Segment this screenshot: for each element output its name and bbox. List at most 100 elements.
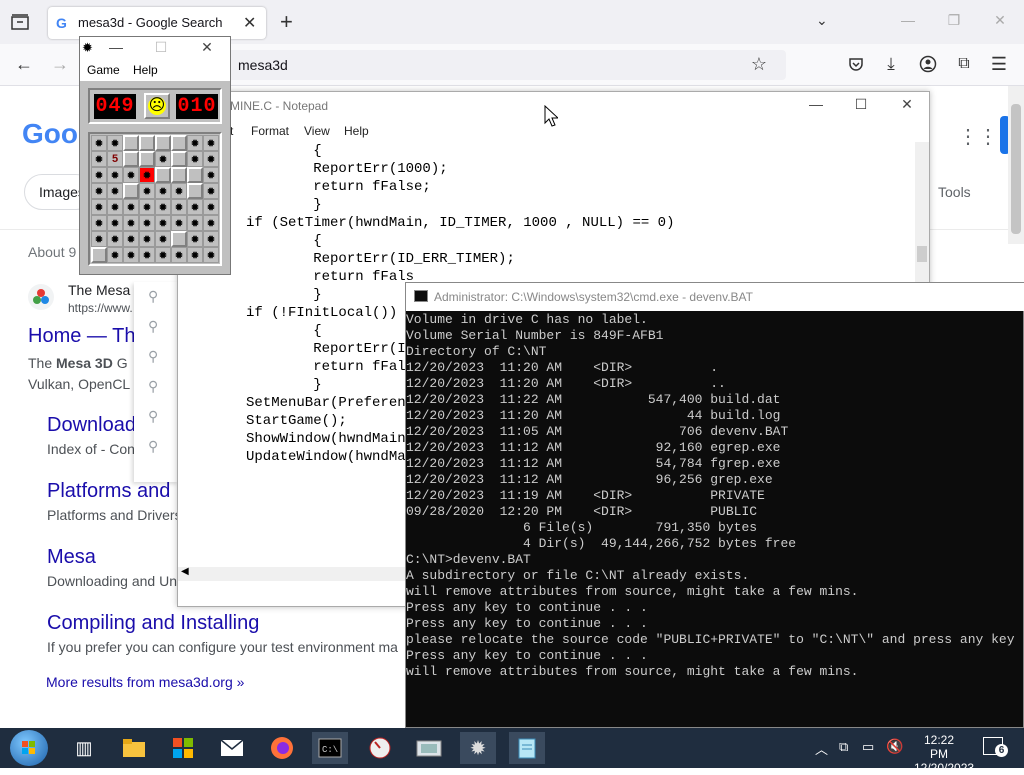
forward-arrow-icon[interactable]: →	[49, 53, 71, 75]
mine-cell[interactable]: ✹	[91, 215, 107, 231]
mine-cell[interactable]: ✹	[123, 231, 139, 247]
mine-cell[interactable]: ✹	[203, 183, 219, 199]
notepad-maximize-icon[interactable]: ☐	[851, 96, 871, 113]
task-view-icon[interactable]: ▥	[66, 732, 102, 764]
url-text[interactable]: mesa3d	[238, 57, 288, 73]
unopened-cell[interactable]	[171, 231, 187, 247]
sitelink-title-download[interactable]: Download	[47, 414, 136, 437]
scroll-left-icon[interactable]: ◀	[181, 566, 189, 577]
minesweeper-close-icon[interactable]: ✕	[197, 39, 217, 56]
tab-list-icon[interactable]	[9, 11, 31, 33]
unopened-cell[interactable]	[123, 183, 139, 199]
mine-cell[interactable]: ✹	[187, 151, 203, 167]
mine-cell[interactable]: ✹	[203, 151, 219, 167]
mine-cell[interactable]: ✹	[91, 183, 107, 199]
store-icon[interactable]	[165, 732, 201, 764]
mine-cell[interactable]: ✹	[91, 167, 107, 183]
notepad-hscroll[interactable]: ◀	[178, 566, 405, 581]
bookmark-star-icon[interactable]: ☆	[748, 53, 770, 75]
mine-cell[interactable]: ✹	[203, 199, 219, 215]
firefox-icon[interactable]	[264, 732, 300, 764]
minesweeper-maximize-icon[interactable]: ☐	[151, 39, 171, 56]
mine-cell[interactable]: ✹	[203, 135, 219, 151]
mine-cell[interactable]: ✹	[171, 199, 187, 215]
mine-cell[interactable]: ✹	[123, 247, 139, 263]
exploded-mine-cell[interactable]: ✹	[139, 167, 155, 183]
mine-cell[interactable]: ✹	[171, 215, 187, 231]
cmd-output[interactable]: Volume in drive C has no label. Volume Se…	[406, 312, 1024, 729]
mine-cell[interactable]: ✹	[171, 247, 187, 263]
mine-cell[interactable]: ✹	[155, 199, 171, 215]
apps-grid-icon[interactable]: ⋮⋮	[958, 124, 998, 149]
notepad-menu-view[interactable]: View	[304, 124, 330, 138]
mine-cell[interactable]: ✹	[139, 183, 155, 199]
sitelink-title-compiling[interactable]: Compiling and Installing	[47, 612, 259, 635]
back-arrow-icon[interactable]: ←	[13, 53, 35, 75]
unopened-cell[interactable]	[123, 135, 139, 151]
mine-cell[interactable]: ✹	[107, 135, 123, 151]
unopened-cell[interactable]	[171, 151, 187, 167]
mine-cell[interactable]: ✹	[107, 247, 123, 263]
downloads-icon[interactable]: ⤓	[880, 53, 902, 75]
mine-cell[interactable]: ✹	[139, 199, 155, 215]
scrollbar[interactable]	[1008, 86, 1024, 244]
more-results-link[interactable]: More results from mesa3d.org »	[46, 674, 244, 690]
notepad-close-icon[interactable]: ✕	[897, 96, 917, 113]
tools-button[interactable]: Tools	[938, 184, 971, 200]
notification-center-icon[interactable]: 6	[983, 737, 1008, 757]
unopened-cell[interactable]	[155, 135, 171, 151]
unopened-cell[interactable]	[187, 167, 203, 183]
account-icon[interactable]	[917, 53, 939, 75]
mine-cell[interactable]: ✹	[155, 247, 171, 263]
mine-cell[interactable]: ✹	[155, 231, 171, 247]
mine-cell[interactable]: ✹	[123, 167, 139, 183]
browser-minimize-icon[interactable]: —	[898, 12, 918, 28]
notepad-taskbar-icon[interactable]	[509, 732, 545, 764]
cmd-taskbar-icon[interactable]: C:\	[312, 732, 348, 764]
url-bar[interactable]: mesa3d	[226, 50, 786, 80]
notepad-menu-format[interactable]: Format	[251, 124, 289, 138]
mine-cell[interactable]: ✹	[187, 231, 203, 247]
mine-cell[interactable]: ✹	[187, 135, 203, 151]
mine-cell[interactable]: ✹	[139, 231, 155, 247]
mine-cell[interactable]: ✹	[155, 183, 171, 199]
mine-cell[interactable]: ✹	[123, 199, 139, 215]
mine-cell[interactable]: ✹	[171, 183, 187, 199]
clock-app-icon[interactable]	[362, 732, 398, 764]
mine-cell[interactable]: ✹	[155, 151, 171, 167]
mine-cell[interactable]: ✹	[91, 231, 107, 247]
menu-game[interactable]: Game	[87, 63, 120, 77]
cmd-title-bar[interactable]: Administrator: C:\Windows\system32\cmd.e…	[406, 283, 1024, 311]
mine-cell[interactable]: ✹	[107, 231, 123, 247]
mine-cell[interactable]: ✹	[107, 199, 123, 215]
network-icon[interactable]: ▭	[862, 739, 874, 755]
browser-tab-active[interactable]: G mesa3d - Google Search ✕	[48, 7, 266, 39]
mine-cell[interactable]: ✹	[107, 215, 123, 231]
mail-icon[interactable]	[214, 732, 250, 764]
unopened-cell[interactable]	[139, 135, 155, 151]
file-explorer-icon[interactable]	[116, 732, 152, 764]
minesweeper-taskbar-icon[interactable]: ✹	[460, 732, 496, 764]
mine-cell[interactable]: ✹	[155, 215, 171, 231]
mine-cell[interactable]: ✹	[187, 247, 203, 263]
mine-cell[interactable]: ✹	[107, 183, 123, 199]
tab-close-icon[interactable]: ✕	[243, 13, 256, 33]
result-site-url[interactable]: https://www.	[68, 301, 133, 315]
menu-help[interactable]: Help	[133, 63, 158, 77]
unopened-cell[interactable]	[171, 167, 187, 183]
face-button[interactable]: ☹	[144, 93, 170, 119]
mine-cell[interactable]: ✹	[91, 151, 107, 167]
unopened-cell[interactable]	[155, 167, 171, 183]
mine-cell[interactable]: ✹	[187, 215, 203, 231]
mine-cell[interactable]: ✹	[123, 215, 139, 231]
unopened-cell[interactable]	[171, 135, 187, 151]
tray-chevron-icon[interactable]: ︿	[815, 739, 828, 758]
notepad-menu-help[interactable]: Help	[344, 124, 369, 138]
browser-maximize-icon[interactable]: ❐	[944, 12, 964, 29]
google-logo[interactable]: Goo	[22, 118, 78, 150]
unopened-cell[interactable]	[123, 151, 139, 167]
start-button[interactable]	[10, 730, 48, 766]
new-tab-button[interactable]: +	[280, 9, 293, 35]
mine-cell[interactable]: ✹	[203, 167, 219, 183]
tray-meet-icon[interactable]: ⧉	[839, 739, 848, 755]
